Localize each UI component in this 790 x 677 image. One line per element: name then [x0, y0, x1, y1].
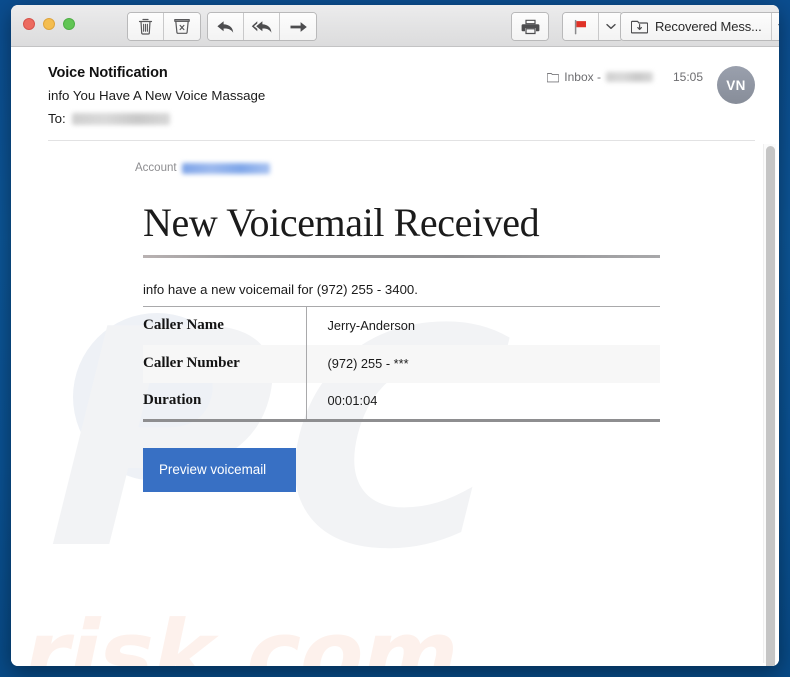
message-header: Voice Notification info You Have A New V…: [11, 47, 779, 141]
row-value: 00:01:04: [327, 393, 378, 409]
print-toolbar-group: [511, 12, 549, 41]
chevron-down-icon: [778, 23, 779, 30]
reply-toolbar-group: [207, 12, 317, 41]
row-label: Caller Name: [143, 306, 307, 345]
delete-toolbar-group: [127, 12, 201, 41]
window-traffic-lights: [23, 18, 75, 30]
row-value: Jerry-Anderson: [327, 318, 415, 334]
account-row: Account: [135, 162, 779, 174]
to-label: To:: [48, 111, 66, 126]
forward-arrow-icon: [289, 20, 308, 34]
forward-button[interactable]: [280, 13, 316, 40]
folder-icon: [547, 72, 560, 83]
email-title: New Voicemail Received: [143, 200, 540, 245]
folder-dropdown-button[interactable]: [771, 13, 779, 40]
flag-message-button[interactable]: [563, 13, 599, 40]
email-intro-text: info have a new voicemail for (972) 255 …: [143, 282, 418, 297]
delete-message-button[interactable]: [128, 13, 164, 40]
row-label: Duration: [143, 382, 307, 421]
reply-button[interactable]: [208, 13, 244, 40]
print-button[interactable]: [512, 13, 548, 40]
minimize-window-button[interactable]: [43, 18, 55, 30]
move-to-folder-icon: [631, 19, 648, 35]
move-to-folder-label: Recovered Mess...: [655, 19, 762, 34]
watermark-domain: risk.com: [13, 601, 470, 666]
scrollbar-thumb[interactable]: [766, 146, 775, 666]
table-row: Duration 00:01:04: [143, 382, 660, 421]
printer-icon: [521, 19, 540, 35]
close-window-button[interactable]: [23, 18, 35, 30]
reply-all-button[interactable]: [244, 13, 280, 40]
message-body-scroll-area: PC risk.com Account New Voicemail Receiv…: [11, 141, 779, 666]
row-label: Caller Number: [143, 344, 307, 383]
zoom-window-button[interactable]: [63, 18, 75, 30]
flag-options-button[interactable]: [599, 13, 622, 40]
junk-mail-icon: [174, 18, 190, 35]
window-toolbar: Recovered Mess...: [11, 5, 779, 47]
message-body: PC risk.com Account New Voicemail Receiv…: [11, 141, 779, 666]
trash-icon: [138, 18, 153, 35]
message-recipient-row: To:: [48, 111, 755, 126]
move-to-folder-group: Recovered Mess...: [620, 12, 779, 41]
message-time: 15:05: [672, 70, 703, 84]
message-header-meta: Inbox - 15:05 VN: [547, 66, 755, 104]
reply-arrow-icon: [216, 19, 235, 35]
title-rule: [143, 255, 660, 258]
voicemail-details-table: Caller Name Jerry-Anderson Caller Number…: [143, 306, 660, 422]
table-row: Caller Name Jerry-Anderson: [143, 306, 660, 345]
to-address-redacted: [71, 112, 170, 125]
mailbox-account-redacted: [605, 72, 653, 82]
row-value: (972) 255 - ***: [327, 356, 409, 371]
mark-junk-button[interactable]: [164, 13, 200, 40]
chevron-down-icon: [605, 23, 616, 30]
preview-voicemail-button[interactable]: Preview voicemail: [143, 448, 296, 492]
email-content: Account New Voicemail Received info have…: [11, 162, 779, 492]
account-label: Account: [135, 162, 177, 174]
reply-all-arrow-icon: [251, 19, 273, 35]
move-to-folder-button[interactable]: Recovered Mess...: [621, 13, 772, 40]
table-row: Caller Number (972) 255 - ***: [143, 344, 660, 383]
mail-message-window: Recovered Mess... Voice Notification inf…: [11, 5, 779, 666]
vertical-scrollbar[interactable]: [763, 144, 776, 666]
mailbox-info: Inbox -: [547, 70, 653, 84]
red-flag-icon: [573, 19, 588, 35]
mailbox-name: Inbox -: [564, 70, 601, 84]
sender-avatar: VN: [717, 66, 755, 104]
flag-toolbar-group: [562, 12, 623, 41]
account-value-redacted[interactable]: [181, 162, 270, 174]
